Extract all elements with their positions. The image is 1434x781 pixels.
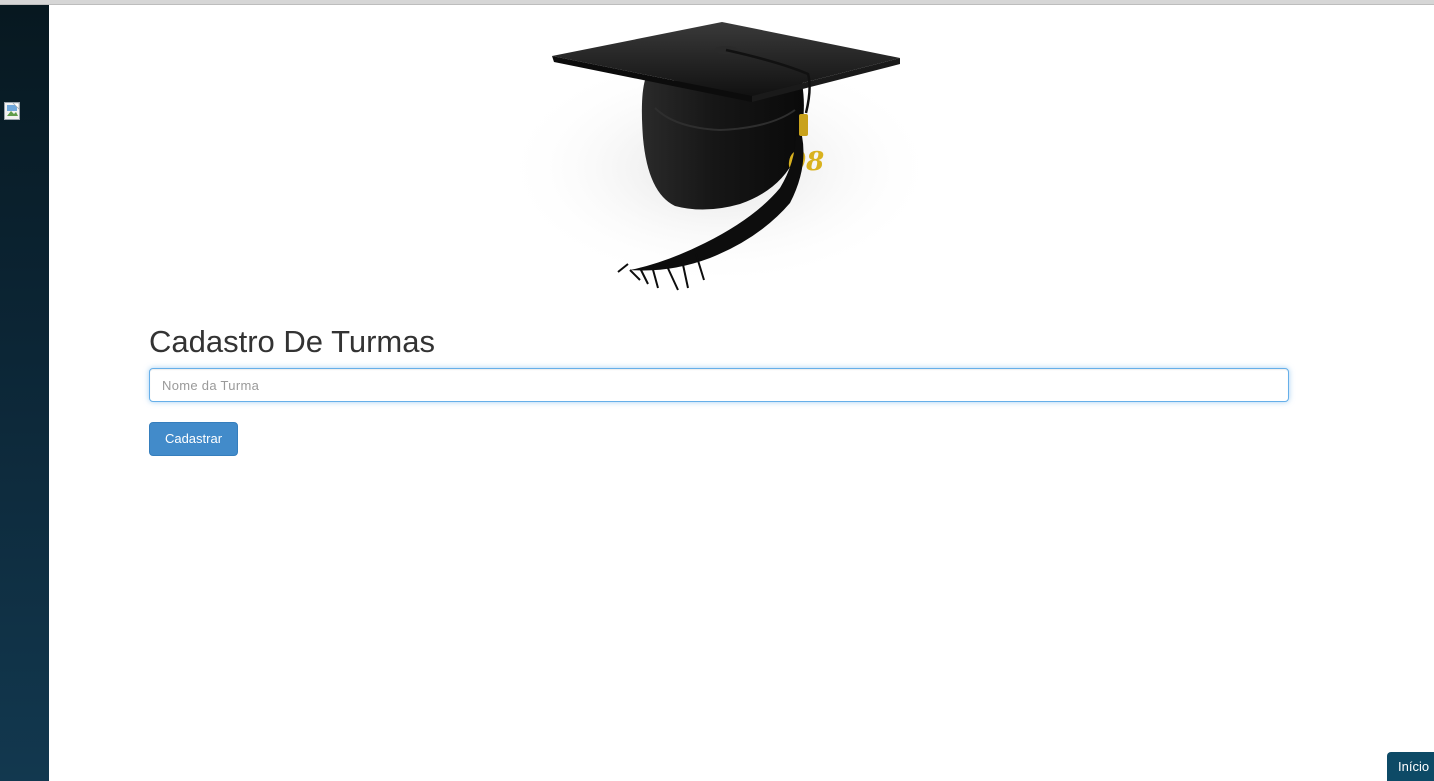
home-link[interactable]: Início [1387, 752, 1434, 781]
page-title: Cadastro De Turmas [149, 324, 435, 359]
graduation-cap-image: 08 [500, 22, 940, 291]
broken-image-icon [4, 102, 20, 120]
window-top-border [0, 0, 1434, 5]
submit-button[interactable]: Cadastrar [149, 422, 238, 456]
class-name-input[interactable] [149, 368, 1289, 402]
sidebar [0, 5, 49, 781]
